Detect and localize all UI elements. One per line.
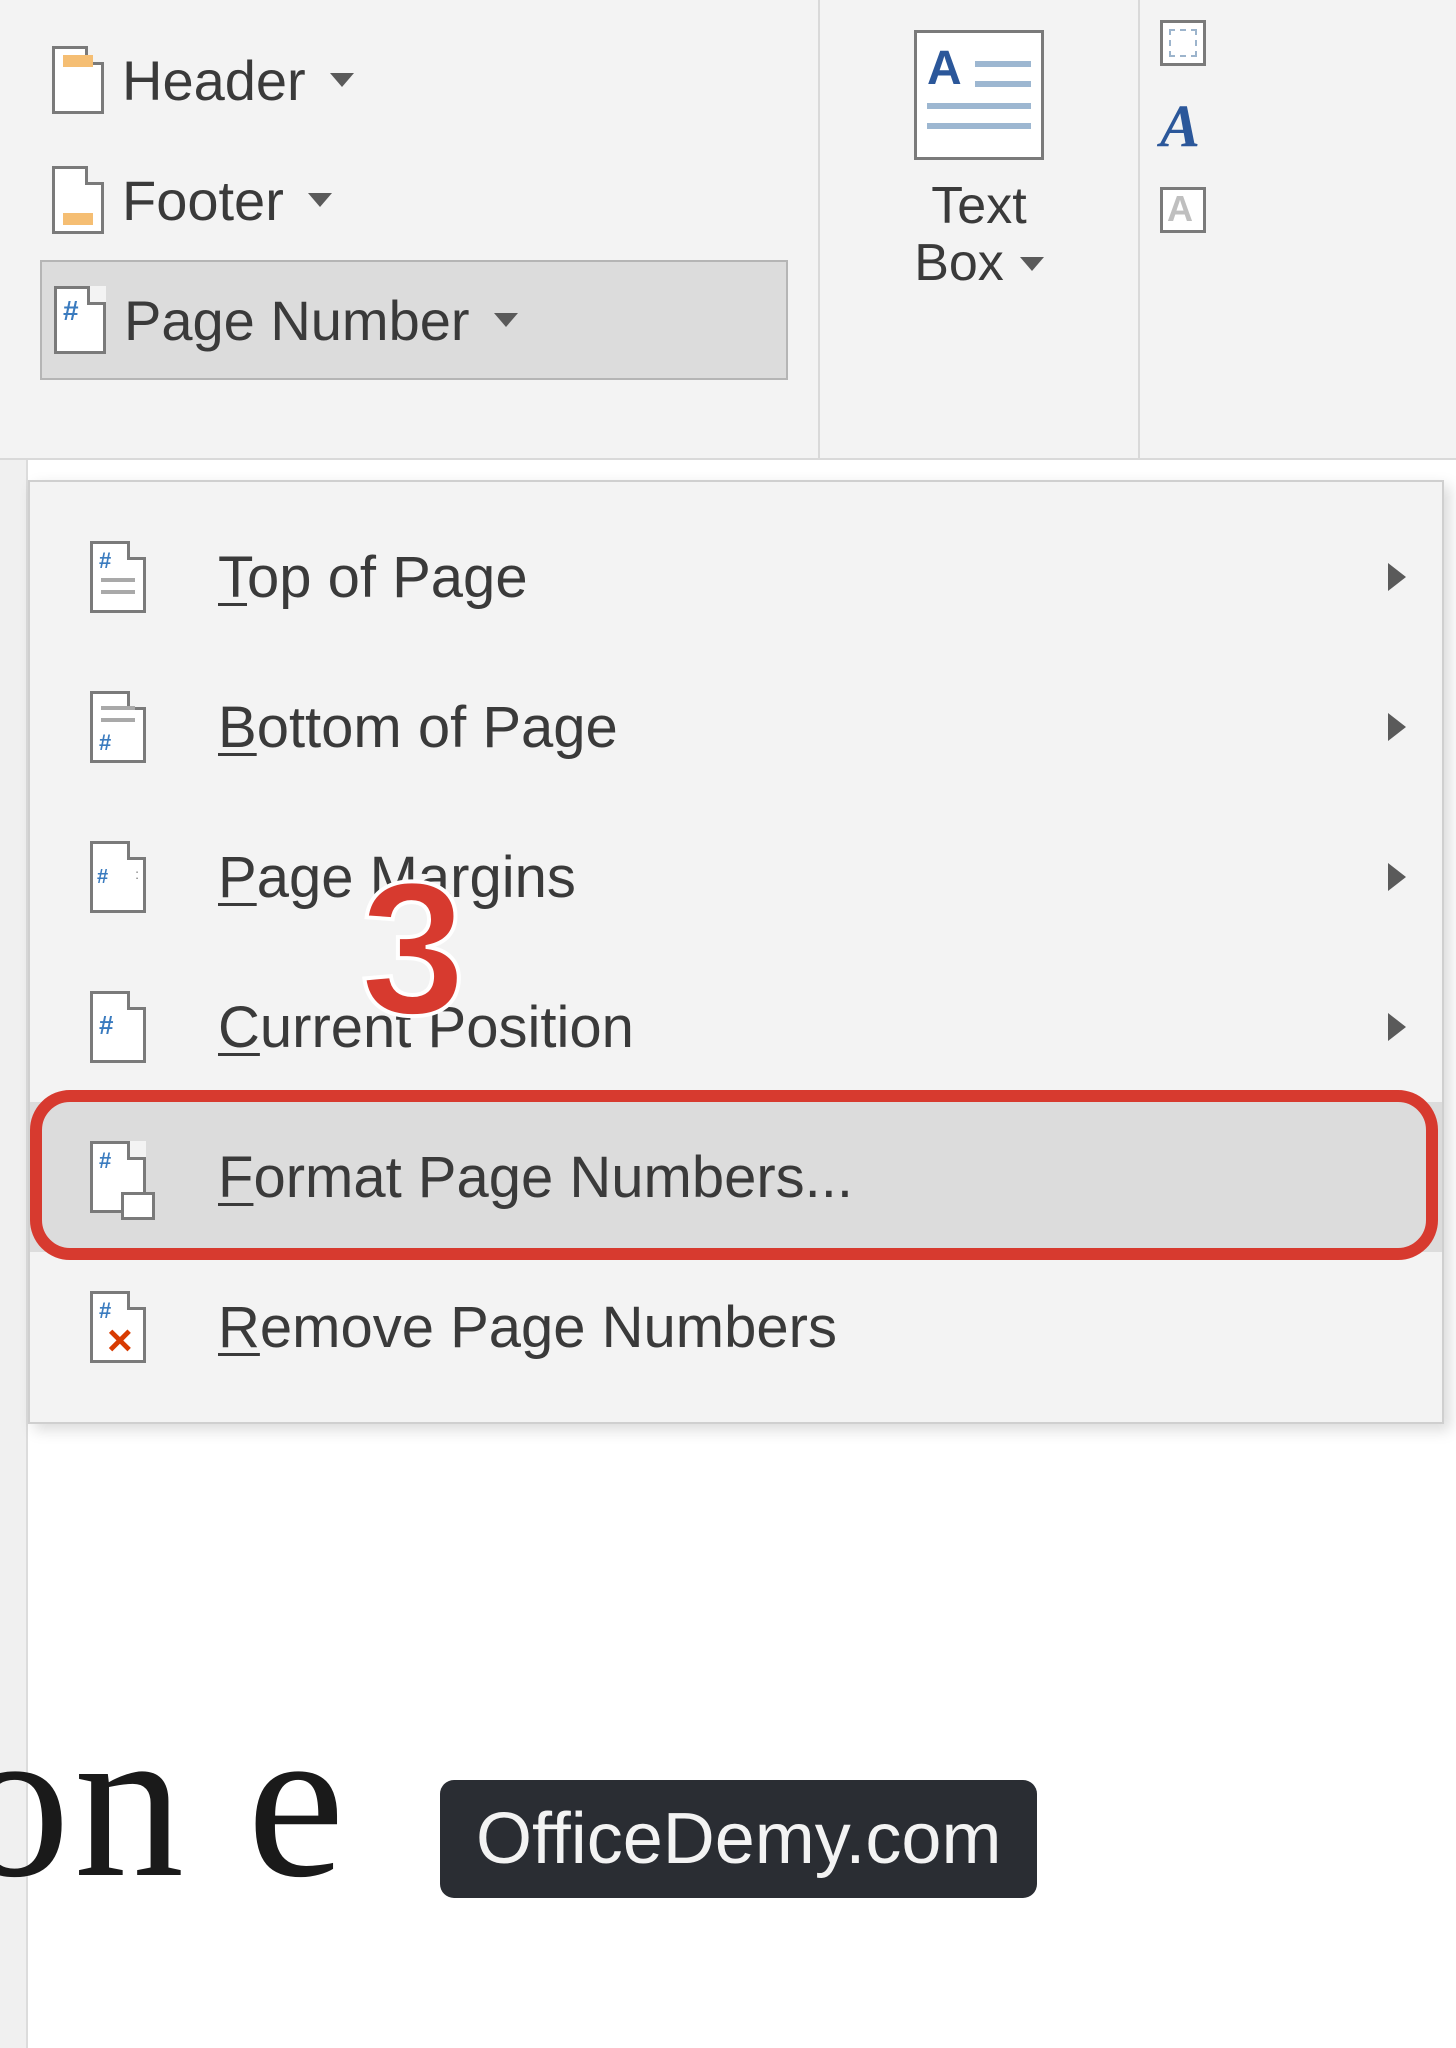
text-group-partial: A A [1140,0,1206,458]
menu-format-page-numbers[interactable]: # Format Page Numbers... [30,1102,1442,1252]
submenu-arrow-icon [1388,863,1406,891]
format-page-numbers-icon: # [90,1141,146,1213]
page-number-icon: # [54,286,106,354]
submenu-arrow-icon [1388,713,1406,741]
drop-cap-icon: A [1160,187,1206,233]
menu-current-position[interactable]: # Current Position [30,952,1442,1102]
remove-page-numbers-icon: #× [90,1291,146,1363]
page-margins-icon: #: [90,841,146,913]
menu-label: Format Page Numbers... [218,1144,853,1211]
menu-top-of-page[interactable]: # Top of Page [30,502,1442,652]
footer-icon [52,166,104,234]
menu-label: Bottom of Page [218,694,618,761]
dropdown-caret-icon [494,313,518,327]
wordart-icon: A [1160,92,1200,161]
menu-label: Page Margins [218,844,576,911]
menu-label: Top of Page [218,544,528,611]
bottom-of-page-icon: # [90,691,146,763]
page-number-button[interactable]: # Page Number [40,260,788,380]
top-of-page-icon: # [90,541,146,613]
textbox-icon[interactable]: A [914,30,1044,160]
wordart-button[interactable]: A [1160,92,1206,161]
menu-bottom-of-page[interactable]: # Bottom of Page [30,652,1442,802]
page-number-dropdown: # Top of Page # Bottom of Page #: Page M… [28,480,1444,1424]
ribbon: Header Footer # Page Number A Text Box [0,0,1456,460]
footer-label: Footer [122,168,284,233]
current-position-icon: # [90,991,146,1063]
submenu-arrow-icon [1388,1013,1406,1041]
footer-button[interactable]: Footer [40,140,788,260]
submenu-arrow-icon [1388,563,1406,591]
menu-page-margins[interactable]: #: Page Margins [30,802,1442,952]
textbox-button[interactable]: Text Box [914,178,1044,292]
header-label: Header [122,48,306,113]
header-icon [52,46,104,114]
textbox-label-line1: Text [931,178,1026,235]
menu-label: Current Position [218,994,634,1061]
dropdown-caret-icon [308,193,332,207]
page-number-label: Page Number [124,288,470,353]
quick-parts-icon [1160,20,1206,66]
drop-cap-button: A [1160,187,1206,233]
textbox-group: A Text Box [820,0,1140,458]
dropdown-caret-icon [1020,257,1044,271]
watermark: OfficeDemy.com [440,1780,1037,1898]
header-footer-group: Header Footer # Page Number [0,0,820,458]
textbox-label-line2: Box [914,235,1004,292]
menu-label: Remove Page Numbers [218,1294,837,1361]
menu-remove-page-numbers[interactable]: #× Remove Page Numbers [30,1252,1442,1402]
header-button[interactable]: Header [40,20,788,140]
quick-parts-button[interactable] [1160,20,1206,66]
document-body-text: on e [0,1675,349,1928]
dropdown-caret-icon [330,73,354,87]
